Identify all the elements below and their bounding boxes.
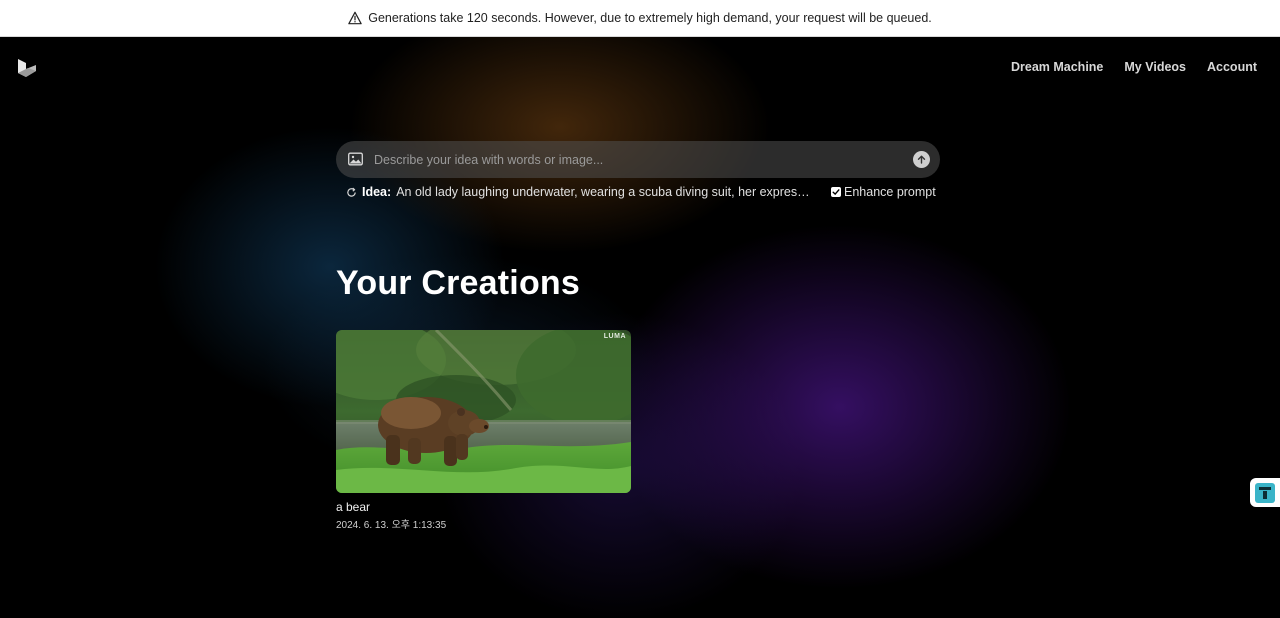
luma-watermark: LUMA <box>603 333 626 340</box>
idea-text[interactable]: An old lady laughing underwater, wearing… <box>396 185 810 199</box>
bear-thumbnail-image <box>336 330 631 493</box>
video-thumbnail[interactable]: LUMA <box>336 330 631 493</box>
bookmark-tool-icon <box>1259 486 1271 499</box>
creation-date: 2024. 6. 13. 오후 1:13:35 <box>336 520 447 531</box>
creation-card[interactable]: LUMA a bear 2024. 6. 13. 오후 1:13:35 <box>336 330 631 531</box>
arrow-up-icon <box>917 155 926 164</box>
warning-triangle-icon <box>348 11 362 25</box>
prompt-bar <box>336 141 940 178</box>
floating-widget-button[interactable] <box>1250 478 1280 507</box>
send-button[interactable] <box>913 151 930 168</box>
widget-icon <box>1255 482 1275 503</box>
idea-label: Idea: <box>362 185 392 199</box>
banner-text: Generations take 120 seconds. However, d… <box>368 11 932 25</box>
checkmark-icon <box>832 189 840 195</box>
your-creations-title: Your Creations <box>336 264 580 302</box>
top-nav: Dream Machine My Videos Account <box>1011 60 1257 74</box>
nav-account[interactable]: Account <box>1207 60 1257 74</box>
enhance-prompt-toggle[interactable]: Enhance prompt <box>831 183 936 201</box>
queue-warning-banner: Generations take 120 seconds. However, d… <box>0 0 1280 37</box>
main-area: Dream Machine My Videos Account Idea: An… <box>0 37 1280 618</box>
enhance-prompt-checkbox[interactable] <box>831 187 841 197</box>
prompt-input[interactable] <box>374 141 894 178</box>
creation-title: a bear <box>336 500 371 514</box>
image-icon[interactable] <box>348 152 363 166</box>
nav-my-videos[interactable]: My Videos <box>1124 60 1186 74</box>
enhance-prompt-label: Enhance prompt <box>844 185 936 199</box>
refresh-icon[interactable] <box>346 187 357 198</box>
luma-logo-icon[interactable] <box>16 57 38 79</box>
nav-dream-machine[interactable]: Dream Machine <box>1011 60 1103 74</box>
